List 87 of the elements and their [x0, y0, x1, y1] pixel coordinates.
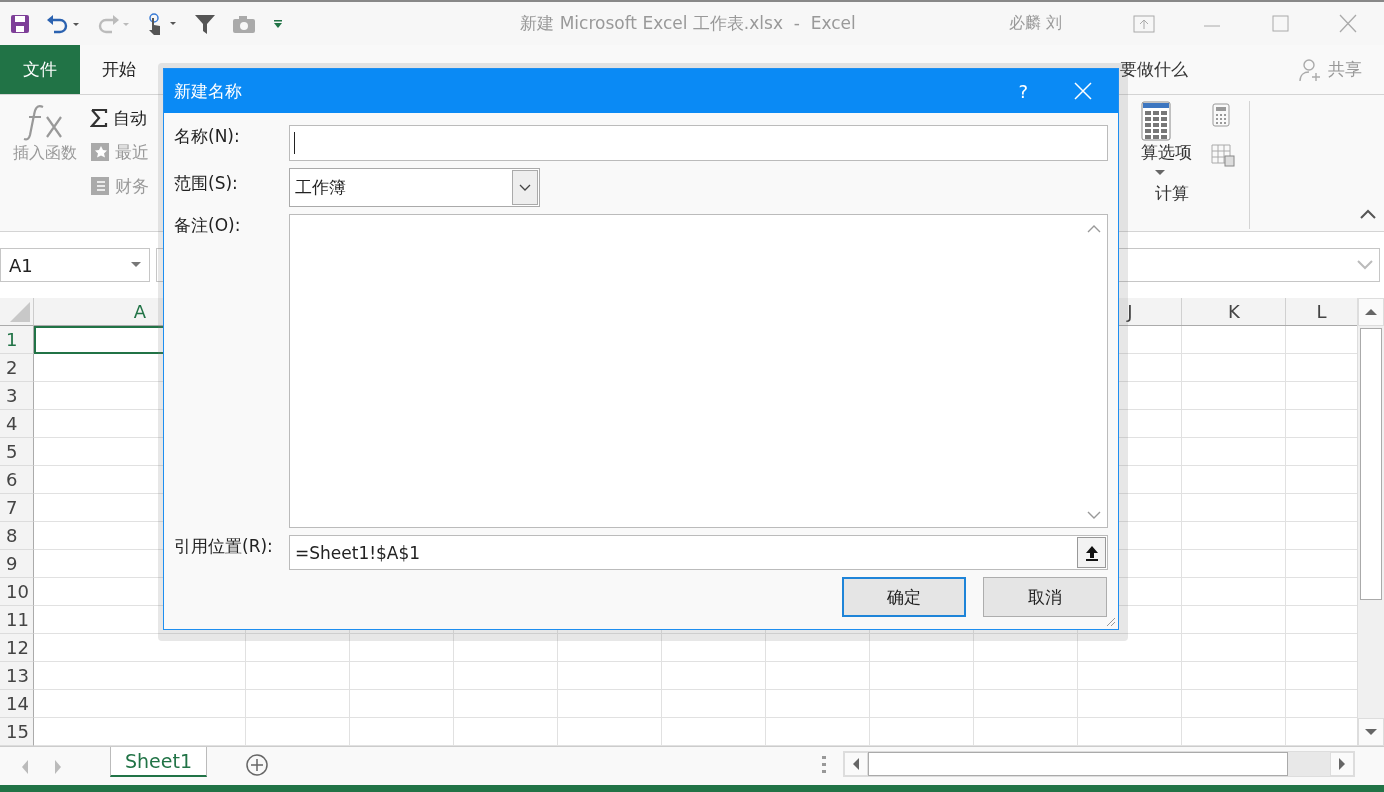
splitter-handle-icon [821, 755, 827, 775]
caret-icon [1155, 170, 1165, 176]
row-header: 15 [0, 718, 34, 746]
dropdown-button[interactable] [512, 170, 538, 205]
column-header: K [1228, 301, 1240, 322]
corner-triangle-icon [10, 302, 30, 322]
file-tab[interactable]: 文件 [0, 45, 80, 94]
triangle-left-icon [852, 758, 860, 770]
caret-icon [131, 262, 141, 268]
row-header: 12 [0, 634, 34, 662]
ribbon-display-icon[interactable] [1132, 13, 1156, 34]
column-header: A [133, 301, 147, 322]
row-header: 11 [0, 606, 34, 634]
scroll-down-icon[interactable] [1087, 511, 1101, 519]
calculate-sheet-icon[interactable] [1211, 143, 1235, 167]
tell-me-field[interactable]: 要做什么 [1120, 45, 1298, 94]
arrow-up-icon [1084, 544, 1099, 561]
calculation-options-button[interactable]: 算选项 [1141, 141, 1192, 164]
row-header: 6 [0, 466, 34, 494]
scroll-up-icon[interactable] [1087, 225, 1101, 233]
scrollbar-thumb[interactable] [868, 752, 1288, 776]
triangle-up-icon [1365, 308, 1377, 316]
column-header: J [1127, 301, 1133, 322]
scrollbar-thumb[interactable] [1360, 328, 1382, 600]
scroll-right-button[interactable] [1330, 752, 1354, 776]
scope-dropdown[interactable]: 工作簿 [289, 168, 540, 207]
field-label: 名称(N): [174, 125, 241, 148]
save-icon[interactable] [10, 13, 30, 34]
row-header: 2 [0, 354, 34, 382]
cell-reference: A1 [9, 254, 33, 276]
add-sheet-icon[interactable] [245, 753, 270, 777]
collapse-dialog-button[interactable] [1077, 537, 1106, 568]
group-label: 计算 [1155, 182, 1189, 205]
camera-icon[interactable] [232, 13, 256, 34]
triangle-down-icon [1365, 728, 1377, 736]
person-add-icon [1298, 57, 1322, 82]
collapse-ribbon-icon[interactable] [1360, 209, 1376, 219]
dialog-button[interactable]: 取消 [983, 577, 1107, 617]
field-label: 备注(O): [174, 214, 242, 237]
row-header: 7 [0, 494, 34, 522]
row-header: 3 [0, 382, 34, 410]
redo-icon[interactable] [96, 13, 130, 34]
scroll-down-button[interactable] [1358, 718, 1384, 746]
dialog-button[interactable]: 确定 [842, 577, 966, 617]
chevron-down-icon [1357, 260, 1373, 270]
name-box[interactable]: A1 [0, 248, 150, 282]
row-header: 10 [0, 578, 34, 606]
reference-field[interactable]: =Sheet1!$A$1 [289, 535, 1108, 570]
dropdown-value: 工作簿 [295, 176, 346, 199]
field-label: 范围(S): [174, 172, 239, 195]
sigma-icon [90, 109, 108, 127]
user-name: 必麟 刘 [1008, 13, 1062, 34]
select-all-button[interactable] [0, 298, 34, 326]
column-header: L [1316, 301, 1327, 322]
row-header: 4 [0, 410, 34, 438]
autosum-button[interactable]: 自动 [90, 103, 149, 133]
triangle-right-icon [1338, 758, 1346, 770]
row-header: 9 [0, 550, 34, 578]
horizontal-scrollbar[interactable] [843, 751, 1355, 777]
undo-icon[interactable] [46, 13, 80, 34]
sheet-tab[interactable]: Sheet1 [110, 747, 208, 777]
ribbon-tab[interactable]: 开始 [82, 45, 156, 94]
close-icon[interactable] [1074, 82, 1092, 100]
reference-value: =Sheet1!$A$1 [295, 542, 421, 563]
resize-grip-icon [1104, 615, 1116, 627]
field-label: 引用位置(R): [174, 535, 274, 558]
touch-mode-icon[interactable] [146, 12, 178, 35]
calculation-options-icon[interactable] [1141, 101, 1171, 141]
text-caret [294, 132, 295, 154]
customize-toolbar-icon[interactable] [272, 17, 284, 30]
row-header: 1 [0, 326, 34, 354]
row-header: 8 [0, 522, 34, 550]
row-header: 13 [0, 662, 34, 690]
chevron-down-icon [519, 183, 531, 192]
window-title: 新建 Microsoft Excel 工作表.xlsx - Excel [520, 12, 856, 35]
calculator-icon[interactable] [1211, 103, 1231, 127]
scroll-left-button[interactable] [844, 752, 868, 776]
row-header: 5 [0, 438, 34, 466]
comment-field[interactable] [289, 214, 1108, 528]
name-field[interactable] [289, 125, 1108, 161]
filter-icon[interactable] [194, 12, 216, 35]
row-header: 14 [0, 690, 34, 718]
dialog-title: 新建名称 [174, 79, 243, 103]
star-book-icon [90, 142, 110, 162]
help-button[interactable]: ? [1018, 80, 1028, 102]
book-icon [90, 176, 110, 196]
scroll-up-button[interactable] [1358, 298, 1384, 326]
